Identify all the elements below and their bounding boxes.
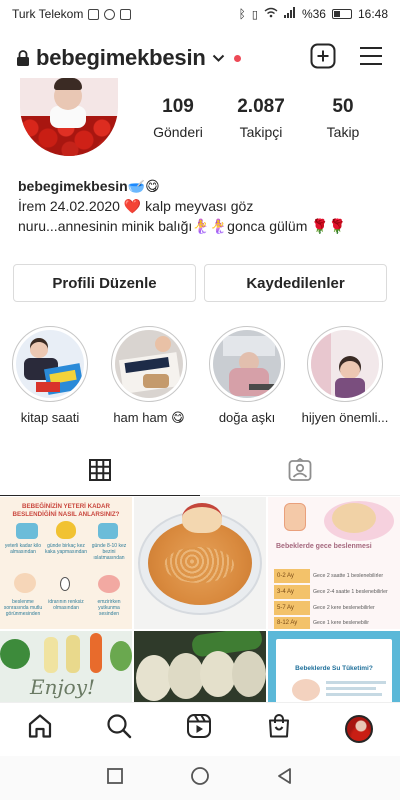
system-navigation [0,756,400,800]
post-thumbnail[interactable] [134,497,266,629]
post-caption: Enjoy! [30,675,96,699]
stat-value: 2.087 [237,96,285,117]
bottom-navigation [0,702,400,754]
post-title: Bebeklerde Su Tüketimi? [295,665,373,672]
menu-icon[interactable] [358,45,384,72]
battery-icon [331,9,352,19]
post-cell: günde birkaç kez kaka yapmasından [45,543,87,555]
age-cell: 0-2 Ay [274,569,310,583]
reels-icon[interactable] [186,713,212,744]
search-icon[interactable] [106,713,132,744]
account-switcher[interactable]: bebegimekbesin [36,45,206,71]
tab-posts-grid[interactable] [0,450,200,496]
bluetooth-icon: ᛒ [238,7,246,21]
profile-tabs [0,450,400,496]
highlight-ring [111,326,187,402]
feeding-table: 0-2 Ay Gece 2 saatte 1 beslenebilirler 3-… [274,569,398,629]
saved-button[interactable]: Kaydedilenler [204,264,387,302]
instagram-notification-icon [104,8,116,20]
post-thumbnail[interactable]: Bebeklerde gece beslenmesi 0-2 Ay Gece 2 … [268,497,400,629]
highlight-item[interactable]: ham ham 😋 [104,326,194,426]
profile-username: bebegimekbesin [36,45,206,70]
clock: 16:48 [357,7,388,21]
posts-grid: BEBEĞİNİZİN YETERİ KADAR BESLENDİĞİNİ NA… [0,497,400,705]
post-cell: emzirirken yutkunma sesinden [97,599,121,617]
highlight-item[interactable]: kitap saati [5,326,95,425]
profile-avatar-tab[interactable] [345,714,374,743]
story-highlights: kitap saati ham ham 😋 doğa aşkı hijyen ö… [0,326,400,430]
highlight-ring [209,326,285,402]
age-cell: 3-4 Ay [274,585,310,599]
recents-button[interactable] [106,767,124,790]
profile-avatar[interactable] [20,78,118,156]
post-cell: beslenme sonrasında mutlu görünmesinden [3,599,43,617]
age-cell: 8-12 Ay [274,617,310,629]
lock-icon [16,49,30,67]
stat-value: 50 [332,96,354,117]
stat-followers[interactable]: 2.087 Takipçi [216,96,306,140]
post-title: Bebeklerde gece beslenmesi [276,543,372,550]
home-button[interactable] [190,766,210,791]
post-thumbnail[interactable] [134,631,266,705]
notification-dot [233,54,241,62]
battery-level [333,11,340,17]
age-cell: 5-7 Ay [274,601,310,615]
post-title: BEBEĞİNİZİN YETERİ KADAR BESLENDİĞİNİ NA… [12,503,120,518]
highlight-cover [115,330,183,398]
profile-buttons: Profili Düzenle Kaydedilenler [13,264,387,302]
stat-value: 109 [162,96,194,117]
feeding-text: Gece 2 kere beslenebilirler [313,605,375,611]
battery-percent: %36 [301,7,326,21]
post-thumbnail[interactable]: Enjoy! [0,631,132,705]
highlight-label: hijyen önemli... [301,410,389,425]
carrier-name: Turk Telekom [12,7,84,21]
post-cell: yeterli kadar kilo almasından [4,543,42,555]
status-bar: Turk Telekom ᛒ ▯ %36 16:48 [0,0,400,28]
gallery-notification-icon [120,8,132,20]
back-button[interactable] [276,767,294,790]
highlight-ring [12,326,88,402]
new-post-icon[interactable] [310,43,336,74]
post-cell: idrarının renksiz olmasından [48,599,84,611]
home-icon[interactable] [27,713,53,744]
stat-posts[interactable]: 109 Gönderi [133,96,223,140]
feeding-text: Gece 2 saatte 1 beslenebilirler [313,573,384,579]
edit-profile-button[interactable]: Profili Düzenle [13,264,196,302]
image-notification-icon [88,8,100,20]
highlight-item[interactable]: hijyen önemli... [300,326,390,425]
stat-label: Takipçi [239,124,283,140]
profile-summary: 109 Gönderi 2.087 Takipçi 50 Takip [0,78,400,170]
profile-header: bebegimekbesin [0,38,400,78]
shop-icon[interactable] [266,713,292,744]
feeding-text: Gece 1 kere beslenebilir [313,620,369,626]
bio-line: İrem 24.02.2020 ❤️ kalp meyvası göz [18,198,254,214]
highlight-cover [16,330,84,398]
bio-name: bebegimekbesin🥣😋 [18,178,160,194]
bio-line: nuru...annesinin minik balığı🧜‍♀️🧜‍♀️gon… [18,218,347,234]
post-thumbnail[interactable]: BEBEĞİNİZİN YETERİ KADAR BESLENDİĞİNİ NA… [0,497,132,629]
highlight-label: doğa aşkı [218,410,276,425]
stat-label: Gönderi [153,124,203,140]
vibrate-icon: ▯ [251,8,258,21]
highlight-ring [307,326,383,402]
wifi-icon [264,7,278,21]
highlight-cover [213,330,281,398]
highlight-item[interactable]: doğa aşkı [202,326,292,425]
post-cell: günde 8-10 kez bezini ıslatmasından [91,543,127,561]
feeding-text: Gece 2-4 saatte 1 beslenebilirler [313,589,388,595]
stat-label: Takip [326,124,360,140]
grid-icon [89,459,111,486]
chevron-down-icon[interactable] [212,54,225,63]
highlight-cover [311,330,379,398]
tagged-icon [288,457,312,487]
stat-following[interactable]: 50 Takip [298,96,388,140]
tab-tagged[interactable] [200,450,400,495]
highlight-label: ham ham 😋 [113,410,185,425]
highlight-label: kitap saati [20,410,80,425]
profile-bio: bebegimekbesin🥣😋 İrem 24.02.2020 ❤️ kalp… [18,176,388,236]
post-thumbnail[interactable]: Bebeklerde Su Tüketimi? [268,631,400,705]
signal-icon [283,7,296,21]
